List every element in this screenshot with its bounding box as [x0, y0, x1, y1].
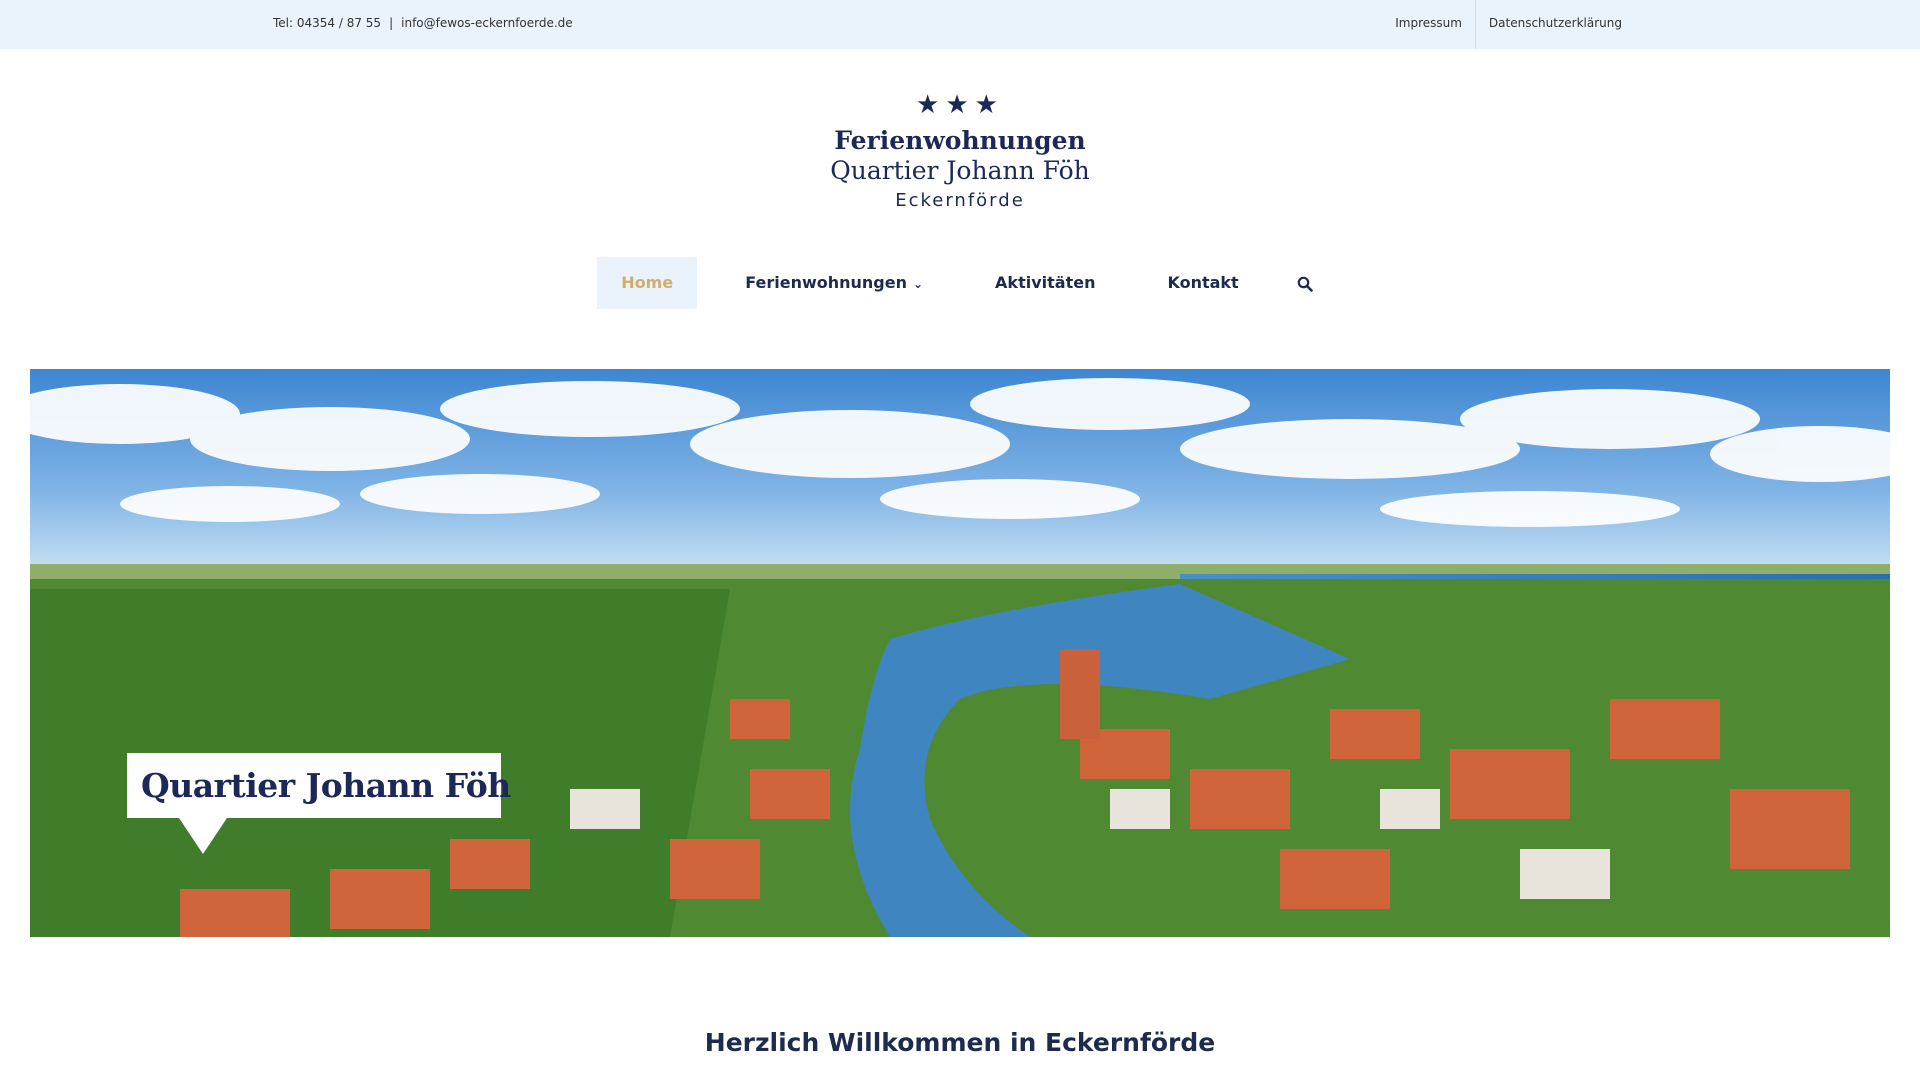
main-navigation: Home Ferienwohnungen ⌄ Aktivitäten Kontak…: [0, 257, 1920, 309]
privacy-link[interactable]: Datenschutzerklärung: [1474, 0, 1635, 49]
nav-item-aktivitaeten[interactable]: Aktivitäten: [971, 257, 1119, 309]
top-bar: Tel: 04354 / 87 55 | info@fewos-eckernfoer…: [0, 0, 1920, 49]
contact-info: Tel: 04354 / 87 55 | info@fewos-eckernfoer…: [273, 16, 573, 30]
email-link[interactable]: info@fewos-eckernfoerde.de: [401, 16, 573, 30]
nav-label: Ferienwohnungen: [745, 273, 907, 292]
impressum-link[interactable]: Impressum: [1382, 0, 1475, 49]
logo-line-1: Ferienwohnungen: [834, 126, 1086, 155]
legal-links: Impressum Datenschutzerklärung: [1382, 0, 1635, 49]
welcome-heading: Herzlich Willkommen in Eckernförde: [704, 1028, 1216, 1057]
hero-callout-text: Quartier Johann Föh: [141, 766, 511, 805]
aerial-harbor-view: [30, 369, 1890, 937]
nav-label: Home: [621, 273, 674, 292]
callout-pointer: [179, 818, 227, 854]
nav-label: Kontakt: [1167, 273, 1239, 292]
nav-item-kontakt[interactable]: Kontakt: [1143, 257, 1262, 309]
chevron-down-icon: ⌄: [912, 277, 924, 291]
search-button[interactable]: [1287, 257, 1323, 309]
phone-number: Tel: 04354 / 87 55: [273, 16, 382, 30]
contact-separator: |: [389, 16, 394, 30]
search-icon: [1297, 276, 1313, 292]
star-rating-icon: ★★★: [916, 90, 1004, 120]
nav-item-ferienwohnungen[interactable]: Ferienwohnungen ⌄: [721, 257, 947, 309]
nav-label: Aktivitäten: [995, 273, 1096, 292]
logo-line-2: Quartier Johann Föh: [830, 156, 1090, 185]
hero-callout: Quartier Johann Föh: [127, 753, 511, 854]
hero-image: Quartier Johann Föh: [30, 369, 1890, 937]
logo-line-3: Eckernförde: [895, 190, 1025, 211]
nav-item-home[interactable]: Home: [597, 257, 698, 309]
site-logo[interactable]: ★★★ Ferienwohnungen Quartier Johann Föh …: [810, 92, 1110, 214]
